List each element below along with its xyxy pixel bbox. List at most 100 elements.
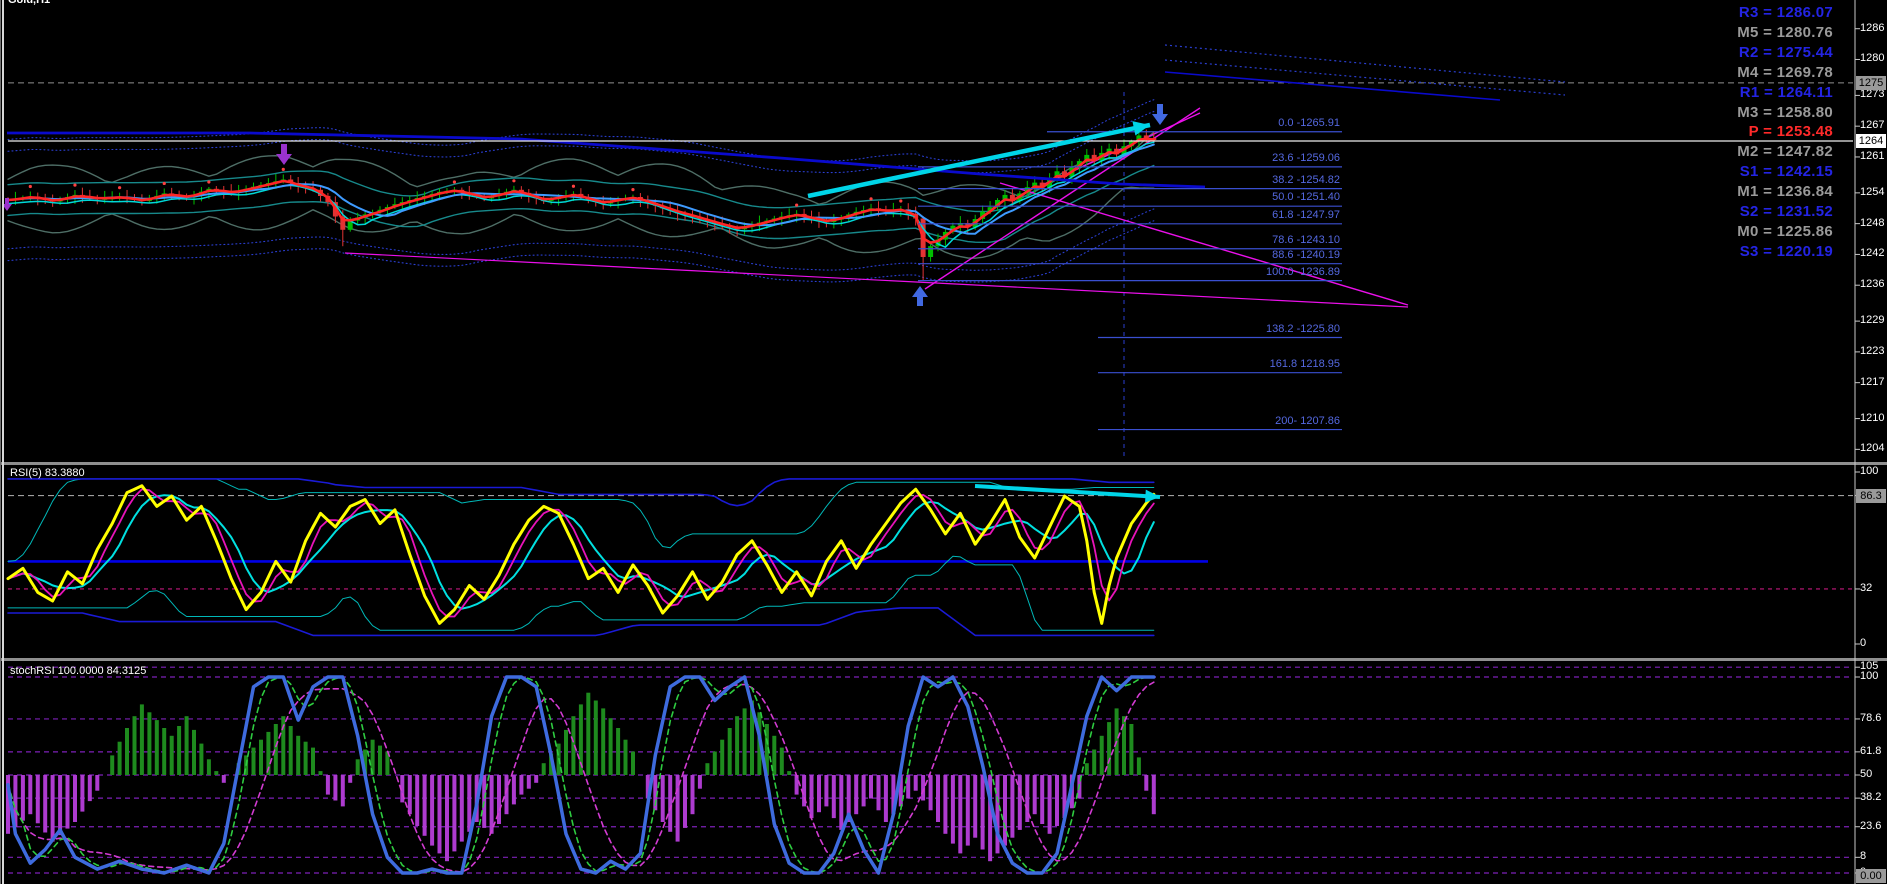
fib-label: 100.0 -1236.89 <box>1265 265 1340 278</box>
stoch-hist-bar-up <box>705 763 710 775</box>
stoch-hist-bar-down <box>325 775 330 795</box>
pivot-label: R3 = 1286.07 <box>1738 4 1833 21</box>
stoch-hist-bar-up <box>259 739 263 775</box>
stoch-hist-bar-up <box>1084 763 1089 775</box>
price-axis-label: 1223 <box>1860 344 1885 357</box>
fractal-dot <box>162 181 166 186</box>
purple-down-arrow <box>276 144 292 165</box>
stoch-hist-bar-up <box>378 745 382 775</box>
stoch-hist-bar-down <box>430 775 435 846</box>
stoch-hist-bar-down <box>1055 775 1059 826</box>
stoch-hist-bar-down <box>943 775 948 834</box>
stoch-axis-label: 78.6 <box>1860 711 1882 724</box>
price-axis-label: 1286 <box>1860 21 1885 34</box>
stoch-hist-bar-up <box>355 759 360 775</box>
fib-label: 78.6 -1243.10 <box>1272 233 1340 246</box>
stoch-hist-bar-up <box>608 718 613 775</box>
fractal-dot <box>869 197 873 201</box>
fractal-dot <box>28 184 32 189</box>
pivot-label: R2 = 1275.44 <box>1738 43 1833 61</box>
pivot-label: M3 = 1258.80 <box>1737 103 1833 121</box>
pivot-label: M0 = 1225.86 <box>1737 222 1833 240</box>
rsi-yellow-line <box>6 484 1156 625</box>
magenta-trendline <box>924 107 1201 290</box>
stoch-hist-bar-up <box>318 771 323 775</box>
stoch-hist-bar-down <box>422 775 427 836</box>
stoch-hist-bar-down <box>928 775 933 811</box>
stoch-hist-bar-down <box>348 775 353 783</box>
price-axis-label: 1254 <box>1860 185 1885 198</box>
stoch-hist-bar-up <box>132 716 137 775</box>
rsi-axis-box: 86.3 <box>1856 488 1886 503</box>
stoch-hist-bar-up <box>206 759 211 775</box>
stoch-hist-bar-down <box>854 775 859 815</box>
pivot-label: M4 = 1269.78 <box>1737 63 1833 81</box>
stoch-hist-bar-down <box>1017 775 1022 830</box>
stoch-hist-bar-up <box>169 735 174 775</box>
stoch-hist-bar-down <box>437 775 442 854</box>
stoch-hist-bar-down <box>28 775 33 815</box>
fib-label: 61.8 -1247.97 <box>1272 208 1340 221</box>
stoch-hist-bar-down <box>459 775 464 842</box>
fractal-dot <box>512 179 516 183</box>
price-axis-label: 1204 <box>1860 442 1885 455</box>
stoch-hist-bar-down <box>995 775 1000 854</box>
stoch-hist-bar-down <box>445 775 449 862</box>
stoch-hist-bar-up <box>162 728 167 775</box>
pivot-label: M1 = 1236.84 <box>1737 183 1833 201</box>
stoch-hist-bar-up <box>199 743 204 775</box>
fractal-dot <box>118 186 122 190</box>
stoch-hist-bar-down <box>526 775 531 789</box>
price-axis-label: 1217 <box>1860 375 1885 388</box>
stoch-hist-bar-up <box>311 747 315 775</box>
stoch-hist-bar-down <box>504 775 509 815</box>
fractal-dot <box>281 167 285 171</box>
stoch-hist-bar-up <box>616 728 621 775</box>
stoch-hist-bar-up <box>541 763 546 775</box>
stoch-hist-bar-down <box>1010 775 1015 838</box>
stoch-indicator-label: stochRSI 100.0000 84.3125 <box>10 665 147 677</box>
stoch-hist-bar-up <box>712 751 717 775</box>
stoch-hist-bar-down <box>80 775 85 812</box>
fib-label: 200- 1207.86 <box>1275 414 1340 427</box>
price-chart-canvas[interactable] <box>0 0 1887 884</box>
stoch-hist-bar-up <box>631 751 635 775</box>
stoch-hist-bar-down <box>958 775 963 854</box>
price-axis-label: 1273 <box>1860 88 1885 101</box>
fractal-dot <box>452 180 456 184</box>
mt4-chart-window: Gold,H1 RSI(5) 83.3880 stochRSI 100.0000… <box>0 0 1887 884</box>
stoch-hist-bar-up <box>288 726 293 775</box>
stoch-hist-bar-up <box>296 735 301 775</box>
pivot-label: R1 = 1264.11 <box>1739 83 1833 101</box>
stoch-hist-bar-up <box>214 771 219 775</box>
stoch-axis-label: 50 <box>1860 768 1873 780</box>
stoch-axis-label: 23.6 <box>1860 819 1882 832</box>
stoch-hist-bar-down <box>668 775 673 832</box>
fib-label: 88.6 -1240.19 <box>1272 248 1340 261</box>
stoch-hist-bar-down <box>1047 775 1052 834</box>
stoch-hist-bar-down <box>697 775 702 789</box>
stoch-hist-bar-down <box>794 775 799 795</box>
stoch-hist-bar-up <box>154 720 159 775</box>
projection-solid-line <box>1164 71 1501 101</box>
stoch-hist-bar-up <box>564 729 568 775</box>
stoch-hist-bar-down <box>1040 775 1045 824</box>
stoch-hist-bar-down <box>913 775 918 791</box>
stoch-axis-label: 38.2 <box>1860 791 1882 804</box>
stoch-hist-bar-down <box>1003 775 1007 846</box>
fib-label: 161.8 1218.95 <box>1269 357 1340 370</box>
stoch-hist-bar-up <box>593 700 598 775</box>
fractal-dot <box>795 203 799 207</box>
stoch-hist-bar-down <box>921 775 926 801</box>
stoch-hist-bar-down <box>87 775 92 802</box>
candle-body-up <box>928 246 934 257</box>
stoch-axis-label: 100 <box>1860 670 1879 682</box>
stoch-hist-bar-down <box>950 775 955 844</box>
price-axis-label: 1210 <box>1860 411 1885 424</box>
stoch-hist-bar-down <box>831 775 836 819</box>
fractal-dot <box>207 180 211 184</box>
stoch-hist-bar-down <box>876 775 881 811</box>
stoch-hist-bar-down <box>340 775 345 807</box>
stoch-hist-bar-up <box>787 771 792 775</box>
stoch-hist-bar-down <box>43 775 48 833</box>
